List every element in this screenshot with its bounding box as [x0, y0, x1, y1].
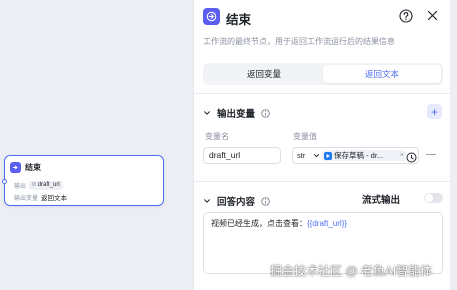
watermark-text: 掘金技术社区 @ 老鱼AI智能体 [270, 264, 433, 278]
panel-title: 结束 [226, 13, 252, 27]
end-node-icon [10, 162, 21, 173]
clear-reference-icon[interactable]: × [400, 152, 404, 159]
answer-section-header[interactable]: 回答内容 [203, 194, 270, 208]
node-answer-row: 输出变量 返回文本 [14, 192, 67, 202]
answer-text: 视频已经生成，点击查看： [211, 219, 307, 228]
type-select[interactable]: str [297, 148, 305, 163]
column-name-label: 变量名 [205, 132, 229, 141]
variable-icon [32, 182, 37, 186]
variable-value-field[interactable]: str 保存草稿 - dr... × [292, 147, 419, 164]
output-section-header[interactable]: 输出变量 [203, 106, 270, 120]
node-answer-label: 输出变量 [14, 195, 39, 202]
workflow-canvas[interactable]: 结束 输出 draft_url 输出变量 返回文本 [0, 0, 193, 290]
reference-settings-icon[interactable] [406, 150, 417, 163]
answer-variable-token: {{draft_url}} [307, 219, 348, 228]
node-config-panel: 结束 工作流的最终节点，用于返回工作流运行后的结果信息 返回变量 返回文本 输出… [193, 0, 451, 290]
node-title: 结束 [25, 163, 41, 172]
column-value-label: 变量值 [293, 132, 317, 141]
tab-return-variable[interactable]: 返回变量 [205, 65, 323, 83]
divider [194, 93, 451, 94]
node-input-handle[interactable] [2, 179, 7, 184]
reference-text: 保存草稿 - dr... [334, 151, 384, 160]
end-node-icon [203, 8, 220, 25]
node-header: 结束 [10, 162, 41, 173]
node-output-label: 输出 [14, 184, 27, 190]
add-variable-button[interactable]: + [427, 104, 442, 119]
divider [194, 181, 451, 182]
chevron-down-icon[interactable] [203, 109, 211, 117]
help-icon[interactable] [399, 9, 413, 23]
variable-reference-chip[interactable]: 保存草稿 - dr... × [322, 150, 406, 161]
tab-return-text[interactable]: 返回文本 [323, 65, 441, 83]
node-output-var: draft_url [29, 181, 63, 190]
return-mode-tabs: 返回变量 返回文本 [203, 63, 443, 85]
variable-name-input[interactable]: draft_url [203, 147, 281, 164]
remove-row-icon[interactable]: — [426, 150, 436, 160]
chevron-down-icon[interactable] [203, 197, 211, 205]
right-gutter [450, 0, 457, 290]
answer-section-title: 回答内容 [217, 197, 256, 208]
node-answer-value: 返回文本 [41, 195, 68, 202]
end-node-card[interactable]: 结束 输出 draft_url 输出变量 返回文本 [2, 155, 164, 206]
close-icon[interactable] [426, 9, 439, 22]
panel-description: 工作流的最终节点，用于返回工作流运行后的结果信息 [203, 37, 395, 46]
output-section-title: 输出变量 [217, 109, 256, 120]
info-icon[interactable] [261, 196, 270, 206]
stream-output-label: 流式输出 [362, 195, 401, 206]
info-icon[interactable] [261, 108, 270, 118]
chevron-down-icon[interactable] [313, 152, 320, 159]
plugin-app-icon [324, 151, 332, 160]
node-output-row: 输出 draft_url [14, 181, 63, 190]
stream-output-toggle[interactable] [424, 193, 443, 203]
panel-header: 结束 工作流的最终节点，用于返回工作流运行后的结果信息 [194, 0, 451, 54]
